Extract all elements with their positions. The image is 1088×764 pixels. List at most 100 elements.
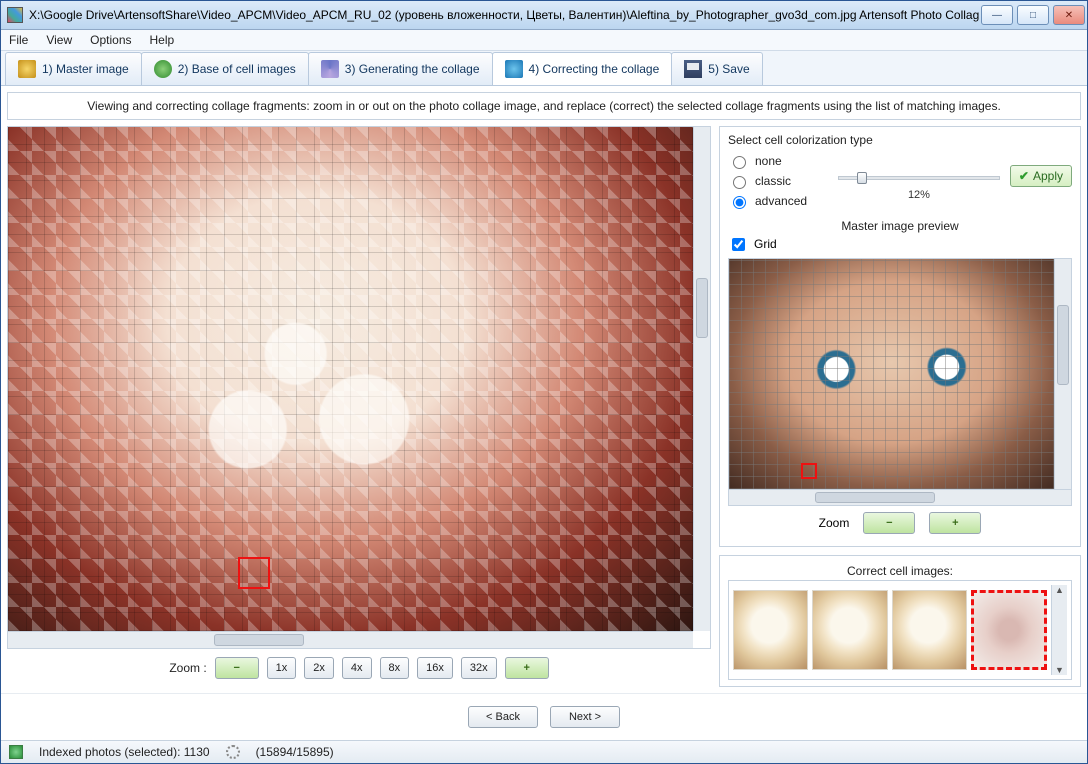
- scroll-thumb[interactable]: [696, 278, 708, 338]
- colorization-panel: Select cell colorization type none class…: [719, 126, 1081, 547]
- cell-images-icon: [154, 60, 172, 78]
- radio-advanced-label: advanced: [755, 194, 807, 208]
- tab-label: 4) Correcting the collage: [529, 62, 660, 76]
- cube-icon: [505, 60, 523, 78]
- menu-options[interactable]: Options: [90, 33, 131, 47]
- apply-button[interactable]: ✔ Apply: [1010, 165, 1072, 187]
- back-button[interactable]: < Back: [468, 706, 538, 728]
- radio-classic-input[interactable]: [733, 176, 746, 189]
- master-preview-image[interactable]: [729, 259, 1054, 489]
- next-button[interactable]: Next >: [550, 706, 620, 728]
- radio-advanced[interactable]: advanced: [728, 191, 828, 211]
- scroll-down-icon[interactable]: ▼: [1055, 665, 1064, 675]
- selected-cell-indicator[interactable]: [238, 557, 270, 589]
- preview-zoom-label: Zoom: [819, 516, 850, 530]
- tab-save[interactable]: 5) Save: [671, 52, 762, 85]
- preview-title: Master image preview: [728, 217, 1072, 235]
- zoom-4x-button[interactable]: 4x: [342, 657, 372, 679]
- grid-label: Grid: [754, 237, 777, 251]
- window-buttons: — □ ✕: [979, 1, 1087, 29]
- radio-classic[interactable]: classic: [728, 171, 828, 191]
- zoom-in-button[interactable]: +: [505, 657, 549, 679]
- wizard-nav: < Back Next >: [1, 693, 1087, 740]
- grid-checkbox[interactable]: [732, 238, 745, 251]
- radio-advanced-input[interactable]: [733, 196, 746, 209]
- zoom-16x-button[interactable]: 16x: [417, 657, 453, 679]
- collage-hscrollbar[interactable]: [8, 631, 693, 648]
- collage-viewport[interactable]: [7, 126, 711, 649]
- candidate-thumb-2[interactable]: [812, 590, 887, 670]
- tab-label: 5) Save: [708, 62, 749, 76]
- preview-selected-cell[interactable]: [801, 463, 817, 479]
- preview-zoom-in-button[interactable]: +: [929, 512, 981, 534]
- menu-help[interactable]: Help: [150, 33, 175, 47]
- correct-cells-panel: Correct cell images: ▲ ▼: [719, 555, 1081, 687]
- check-icon: ✔: [1019, 169, 1029, 183]
- scroll-thumb[interactable]: [214, 634, 304, 646]
- menu-file[interactable]: File: [9, 33, 28, 47]
- app-icon: [7, 7, 23, 23]
- radio-none-input[interactable]: [733, 156, 746, 169]
- candidate-thumb-selected[interactable]: [971, 590, 1047, 670]
- scroll-thumb[interactable]: [815, 492, 935, 503]
- close-button[interactable]: ✕: [1053, 5, 1085, 25]
- content-area: Viewing and correcting collage fragments…: [1, 86, 1087, 740]
- candidate-thumb-3[interactable]: [892, 590, 967, 670]
- collage-vscrollbar[interactable]: [693, 127, 710, 631]
- app-window: X:\Google Drive\ArtensoftShare\Video_APC…: [0, 0, 1088, 764]
- right-panel: Select cell colorization type none class…: [719, 126, 1081, 687]
- main-columns: Zoom : − 1x 2x 4x 8x 16x 32x + Select ce…: [1, 126, 1087, 693]
- menu-view[interactable]: View: [46, 33, 72, 47]
- collage-zoom-controls: Zoom : − 1x 2x 4x 8x 16x 32x +: [7, 649, 711, 687]
- tab-label: 3) Generating the collage: [345, 62, 480, 76]
- preview-hscrollbar[interactable]: [728, 489, 1072, 506]
- indexing-progress-text: (15894/15895): [256, 745, 334, 759]
- radio-none[interactable]: none: [728, 151, 828, 171]
- master-preview-viewport[interactable]: [728, 258, 1072, 490]
- wand-icon: [321, 60, 339, 78]
- candidate-thumb-1[interactable]: [733, 590, 808, 670]
- spinner-icon: [226, 745, 240, 759]
- scroll-thumb[interactable]: [1057, 305, 1069, 385]
- statusbar: Indexed photos (selected): 1130 (15894/1…: [1, 740, 1087, 763]
- collage-panel: Zoom : − 1x 2x 4x 8x 16x 32x +: [7, 126, 711, 687]
- correct-cells-title: Correct cell images:: [728, 562, 1072, 580]
- tab-base-cell-images[interactable]: 2) Base of cell images: [141, 52, 309, 85]
- thumbs-vscrollbar[interactable]: ▲ ▼: [1051, 585, 1067, 675]
- zoom-1x-button[interactable]: 1x: [267, 657, 297, 679]
- zoom-label: Zoom :: [169, 661, 206, 675]
- tab-generating-collage[interactable]: 3) Generating the collage: [308, 52, 493, 85]
- radio-none-label: none: [755, 154, 782, 168]
- colorization-title: Select cell colorization type: [728, 133, 1072, 147]
- photos-icon: [9, 745, 23, 759]
- grid-checkbox-row[interactable]: Grid: [728, 235, 1072, 254]
- preview-zoom-controls: Zoom − +: [728, 506, 1072, 540]
- titlebar: X:\Google Drive\ArtensoftShare\Video_APC…: [1, 1, 1087, 30]
- window-title: X:\Google Drive\ArtensoftShare\Video_APC…: [29, 8, 979, 22]
- tab-label: 1) Master image: [42, 62, 129, 76]
- scroll-up-icon[interactable]: ▲: [1055, 585, 1064, 595]
- tab-master-image[interactable]: 1) Master image: [5, 52, 142, 85]
- step-tabs: 1) Master image 2) Base of cell images 3…: [1, 51, 1087, 86]
- colorization-percent: 12%: [838, 189, 1000, 201]
- tab-correcting-collage[interactable]: 4) Correcting the collage: [492, 52, 673, 85]
- apply-label: Apply: [1033, 169, 1063, 183]
- minimize-button[interactable]: —: [981, 5, 1013, 25]
- candidate-thumbnails: ▲ ▼: [728, 580, 1072, 680]
- preview-vscrollbar[interactable]: [1054, 259, 1071, 489]
- zoom-8x-button[interactable]: 8x: [380, 657, 410, 679]
- instruction-text: Viewing and correcting collage fragments…: [7, 92, 1081, 120]
- maximize-button[interactable]: □: [1017, 5, 1049, 25]
- tab-label: 2) Base of cell images: [178, 62, 296, 76]
- zoom-32x-button[interactable]: 32x: [461, 657, 497, 679]
- collage-image[interactable]: [8, 127, 693, 631]
- colorization-slider[interactable]: [838, 169, 1000, 187]
- preview-zoom-out-button[interactable]: −: [863, 512, 915, 534]
- indexed-photos-text: Indexed photos (selected): 1130: [39, 745, 210, 759]
- save-icon: [684, 60, 702, 78]
- zoom-2x-button[interactable]: 2x: [304, 657, 334, 679]
- slider-thumb[interactable]: [857, 172, 867, 184]
- zoom-out-button[interactable]: −: [215, 657, 259, 679]
- menubar: File View Options Help: [1, 30, 1087, 51]
- radio-classic-label: classic: [755, 174, 791, 188]
